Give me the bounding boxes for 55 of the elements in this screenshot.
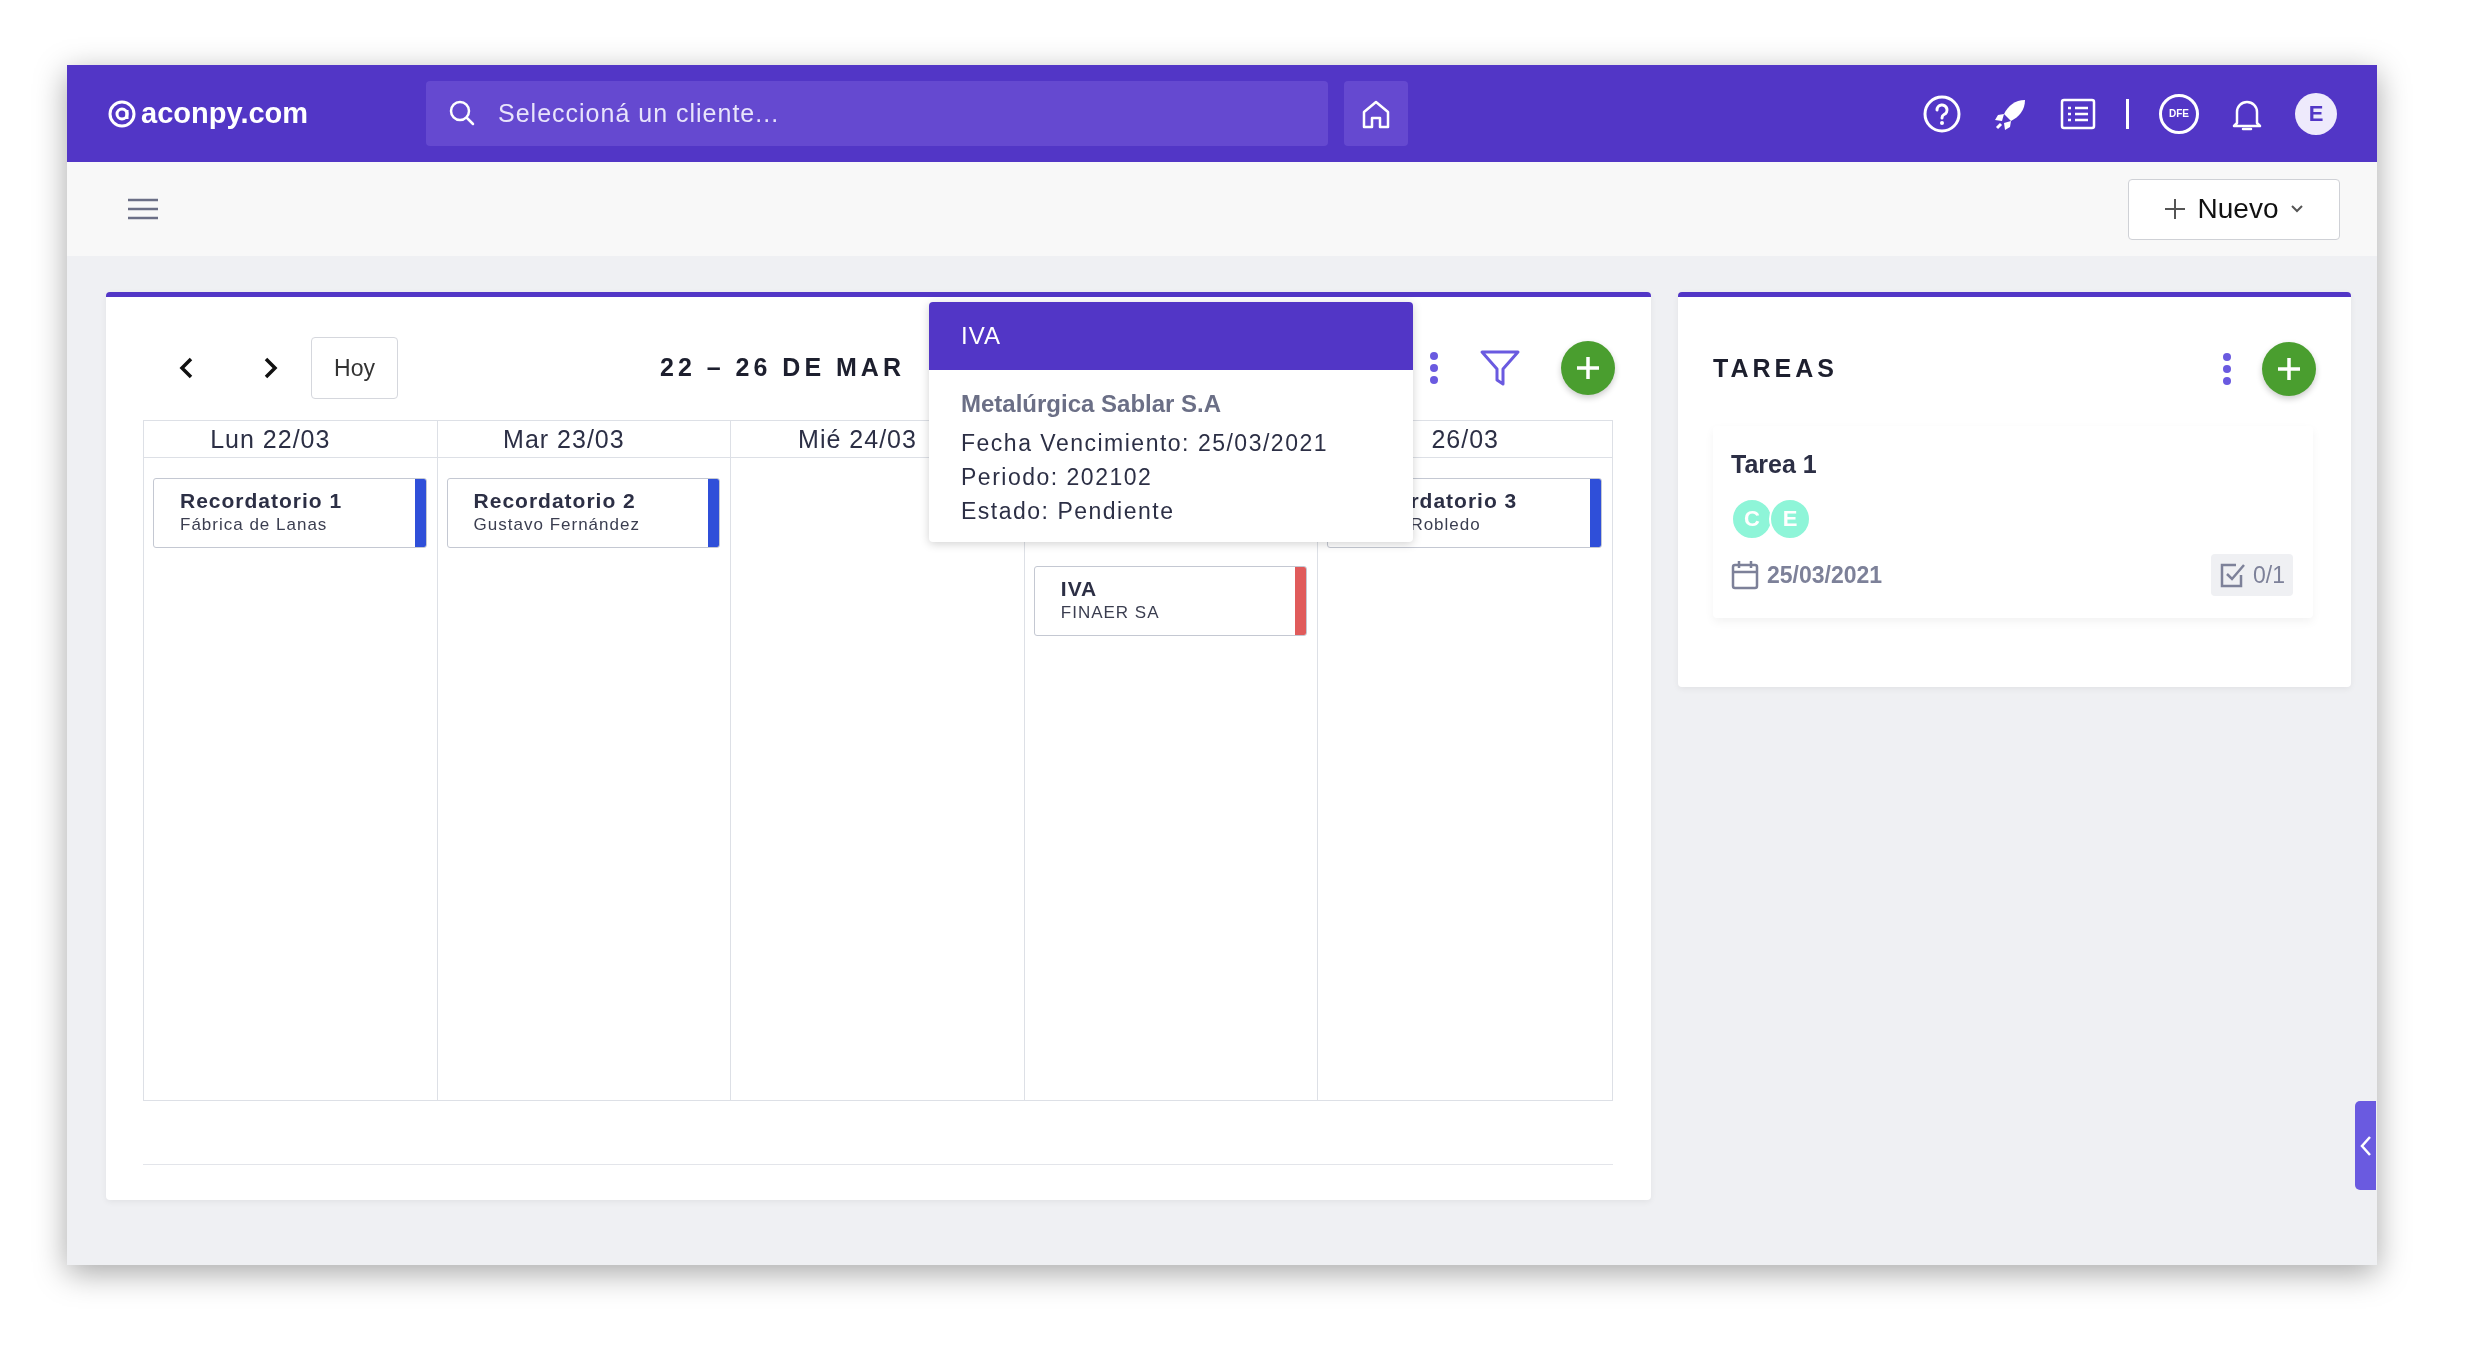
kebab-icon (1429, 351, 1439, 385)
logo-text: aconpy.com (141, 95, 309, 131)
plus-icon (1575, 355, 1601, 381)
at-sign-icon (107, 98, 137, 129)
user-avatar[interactable]: E (2295, 92, 2337, 135)
help-icon (1922, 93, 1962, 134)
tooltip-detail: Periodo: 202102 (961, 463, 1154, 492)
home-button[interactable] (1344, 81, 1408, 146)
calendar-icon (1731, 559, 1759, 590)
menu-button[interactable] (127, 197, 159, 221)
help-button[interactable] (1922, 93, 1962, 134)
day-header: Lun 22/03 (144, 421, 438, 458)
event-subtitle: Gustavo Fernández (473, 514, 641, 536)
filter-icon (1479, 348, 1521, 388)
event-subtitle: Fábrica de Lanas (180, 514, 329, 536)
due-date: 25/03/2021 (1767, 560, 1883, 590)
event-card[interactable]: Recordatorio 2 Gustavo Fernández (446, 478, 721, 548)
event-title: Recordatorio 2 (473, 488, 637, 514)
side-panel-toggle[interactable] (2355, 1101, 2376, 1190)
filter-button[interactable] (1479, 348, 1521, 388)
event-subtitle: FINAER SA (1060, 602, 1161, 624)
event-card[interactable]: Recordatorio 1 Fábrica de Lanas (153, 478, 427, 548)
add-task-button[interactable] (2262, 342, 2316, 396)
task-title: Tarea 1 (1731, 449, 1818, 480)
chevron-right-icon (263, 356, 279, 380)
event-card[interactable]: IVA FINAER SA (1033, 566, 1308, 636)
day-header: Mar 23/03 (437, 421, 732, 458)
today-button[interactable]: Hoy (311, 337, 398, 399)
tooltip-client: Metalúrgica Sablar S.A (961, 389, 1223, 419)
assignee-avatar: C (1731, 497, 1773, 540)
chevron-left-icon (178, 356, 194, 380)
tooltip-detail: Estado: Pendiente (961, 497, 1176, 526)
event-title: Recordatorio 1 (180, 488, 344, 514)
more-options-button[interactable] (2222, 352, 2232, 386)
checklist-text: 0/1 (2253, 560, 2285, 590)
more-options-button[interactable] (1429, 351, 1439, 385)
chevron-left-icon (2359, 1134, 2372, 1157)
add-button[interactable] (1561, 341, 1615, 395)
calendar-title: 22 – 26 DE MAR (660, 352, 905, 384)
task-card[interactable]: Tarea 1 C E 25/03/2021 0/1 (1713, 426, 2313, 618)
kebab-icon (2222, 352, 2232, 386)
assignee-avatar: E (1769, 497, 1811, 540)
menu-icon (127, 197, 159, 221)
dfe-button[interactable]: DFE (2159, 93, 2199, 134)
plus-icon (2276, 356, 2302, 382)
list-button[interactable] (2060, 96, 2096, 131)
list-icon (2060, 96, 2096, 131)
new-button[interactable]: Nuevo (2128, 178, 2340, 240)
tasks-title: TAREAS (1713, 353, 1838, 385)
plus-icon (2163, 198, 2186, 220)
caret-icon (2290, 204, 2305, 214)
event-title: IVA (1060, 576, 1099, 602)
search-field[interactable]: Seleccioná un cliente... (426, 81, 1328, 146)
event-title: rdatorio 3 (1410, 488, 1519, 514)
tooltip-title: IVA (929, 302, 1413, 370)
